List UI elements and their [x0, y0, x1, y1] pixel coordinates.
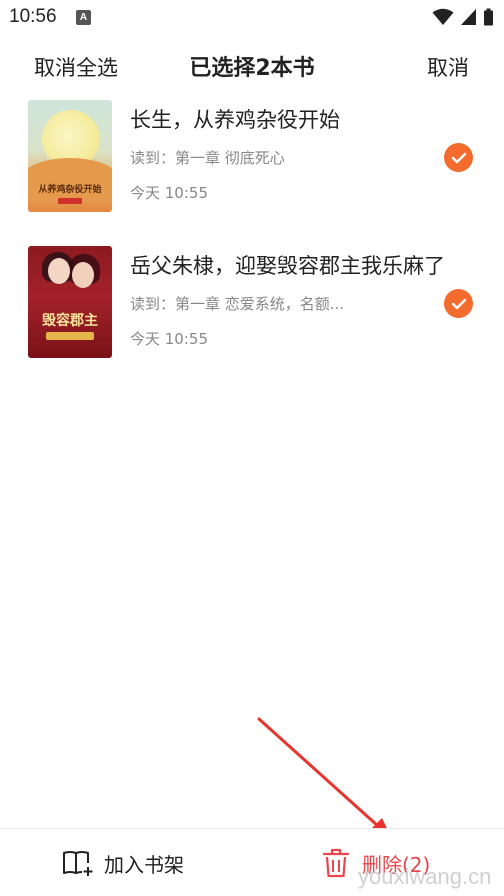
book-time: 今天 10:55 [130, 330, 208, 348]
book-list-item[interactable]: 毁容郡主 岳父朱棣，迎娶毁容郡主我乐麻了 读到：第一章 恋爱系统，名额... 今… [0, 246, 504, 362]
status-icons [432, 7, 494, 27]
checkmark-icon[interactable] [444, 289, 473, 318]
book-progress: 读到：第一章 恋爱系统，名额... [130, 295, 345, 313]
add-to-shelf-button[interactable]: 加入书架 [62, 847, 184, 879]
trash-icon [322, 848, 350, 878]
status-bar: 10:56 A [0, 0, 504, 36]
selection-header: 取消全选 已选择2本书 取消 [0, 40, 504, 94]
book-list-item[interactable]: 从养鸡杂役开始 长生，从养鸡杂役开始 读到：第一章 彻底死心 今天 10:55 [0, 100, 504, 216]
battery-icon [484, 8, 493, 26]
checkmark-icon[interactable] [444, 143, 473, 172]
book-progress: 读到：第一章 彻底死心 [130, 149, 285, 167]
book-title: 长生，从养鸡杂役开始 [130, 108, 340, 132]
notification-icon: A [76, 10, 91, 25]
wifi-icon [432, 8, 454, 25]
signal-icon [461, 9, 476, 25]
book-title: 岳父朱棣，迎娶毁容郡主我乐麻了 [130, 254, 445, 278]
book-add-icon [63, 851, 93, 876]
cancel-button[interactable]: 取消 [427, 52, 469, 82]
book-cover: 毁容郡主 [28, 246, 112, 358]
add-to-shelf-label: 加入书架 [104, 852, 184, 877]
status-time: 10:56 [9, 6, 57, 27]
watermark: youxiwang.cn [358, 864, 492, 889]
book-time: 今天 10:55 [130, 184, 208, 202]
book-cover: 从养鸡杂役开始 [28, 100, 112, 212]
